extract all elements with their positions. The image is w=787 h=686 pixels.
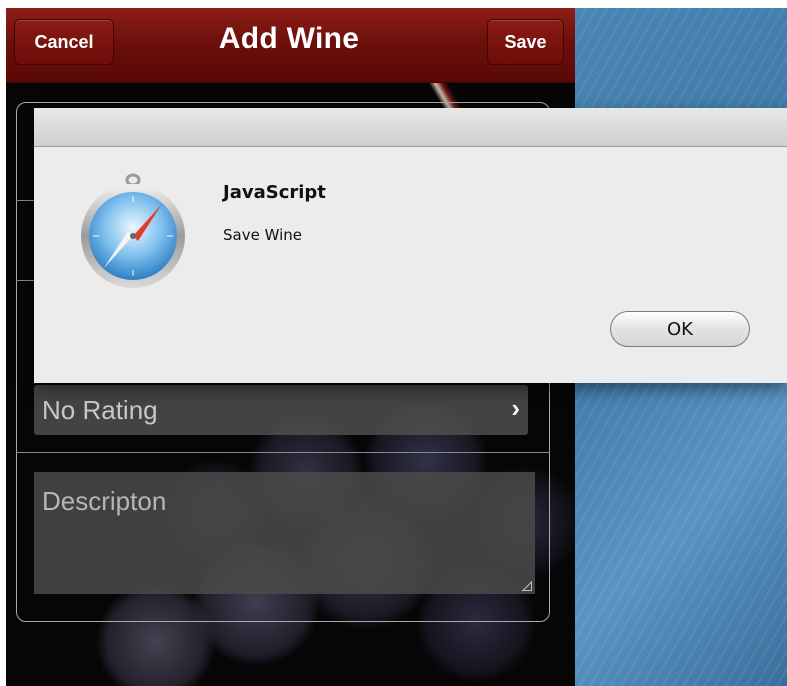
- javascript-alert-dialog: JavaScript Save Wine OK: [34, 108, 787, 383]
- description-placeholder: Descripton: [42, 486, 167, 516]
- resize-handle-icon[interactable]: [522, 581, 532, 591]
- dialog-titlebar: [34, 108, 787, 147]
- safari-compass-icon: [81, 173, 185, 288]
- rating-value: No Rating: [42, 395, 158, 425]
- chevron-right-icon: ›: [511, 393, 520, 423]
- save-button[interactable]: Save: [487, 19, 564, 65]
- dialog-title: JavaScript: [223, 182, 326, 203]
- dialog-message: Save Wine: [223, 226, 302, 244]
- cancel-button[interactable]: Cancel: [14, 19, 114, 65]
- navigation-bar: Cancel Add Wine Save: [6, 8, 575, 83]
- ok-button[interactable]: OK: [610, 311, 750, 347]
- page-title: Add Wine: [218, 22, 360, 55]
- form-divider: [16, 452, 550, 453]
- rating-select[interactable]: No Rating ›: [34, 385, 528, 435]
- description-textarea[interactable]: Descripton: [34, 472, 535, 594]
